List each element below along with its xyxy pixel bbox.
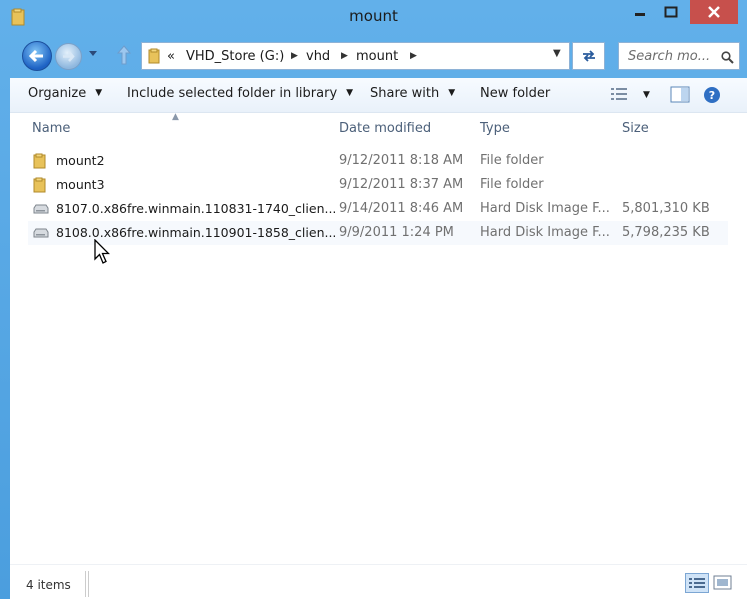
- view-options-dropdown-icon[interactable]: ▼: [643, 90, 650, 100]
- file-date: 9/12/2011 8:18 AM: [339, 153, 464, 168]
- column-header-type[interactable]: Type: [480, 121, 510, 136]
- disk-image-icon: [33, 204, 49, 214]
- column-header-size[interactable]: Size: [622, 121, 649, 136]
- breadcrumb-separator-icon[interactable]: ▶: [410, 51, 417, 61]
- file-row[interactable]: mount3 9/12/2011 8:37 AM File folder: [28, 173, 728, 197]
- status-divider: [85, 571, 89, 597]
- close-button[interactable]: [690, 0, 738, 24]
- close-icon: [708, 6, 720, 18]
- forward-button[interactable]: [55, 43, 82, 70]
- title-bar[interactable]: mount: [0, 0, 747, 36]
- mouse-cursor-icon: [94, 239, 110, 264]
- file-type: File folder: [480, 153, 544, 168]
- back-arrow-icon: [28, 49, 43, 63]
- back-button[interactable]: [22, 41, 52, 71]
- folder-icon: [148, 48, 160, 64]
- up-arrow-icon[interactable]: [116, 44, 132, 66]
- share-with-label: Share with: [370, 86, 440, 101]
- file-row[interactable]: mount2 9/12/2011 8:18 AM File folder: [28, 149, 728, 173]
- details-view-icon[interactable]: [685, 573, 709, 593]
- navigation-bar: « VHD_Store (G:) ▶ vhd ▶ mount ▶ ▼: [0, 36, 747, 78]
- file-date: 9/9/2011 1:24 PM: [339, 225, 454, 240]
- sort-ascending-icon: ▲: [172, 112, 179, 122]
- refresh-button[interactable]: [572, 42, 605, 70]
- item-count: 4 items: [26, 578, 71, 592]
- chevron-down-icon: ▼: [346, 88, 354, 98]
- include-in-library-button[interactable]: Include selected folder in library ▼: [127, 86, 353, 101]
- file-size: 5,801,310 KB: [622, 201, 710, 216]
- preview-pane-icon[interactable]: [670, 86, 690, 103]
- refresh-icon: [582, 50, 595, 62]
- svg-text:?: ?: [709, 89, 715, 102]
- status-bar: 4 items: [10, 564, 747, 599]
- forward-arrow-icon: [63, 51, 75, 62]
- file-name: mount2: [56, 153, 105, 168]
- command-bar: Organize ▼ Include selected folder in lib…: [10, 78, 747, 113]
- content-frame: Organize ▼ Include selected folder in lib…: [10, 78, 747, 599]
- file-name: mount3: [56, 177, 105, 192]
- file-row[interactable]: 8107.0.x86fre.winmain.110831-1740_clien.…: [28, 197, 728, 221]
- breadcrumb-overflow[interactable]: «: [167, 49, 175, 64]
- address-dropdown-icon[interactable]: ▼: [553, 48, 561, 59]
- minimize-button[interactable]: [625, 0, 655, 24]
- breadcrumb-vhd[interactable]: vhd: [306, 49, 330, 64]
- file-type: Hard Disk Image F...: [480, 201, 610, 216]
- folder-icon: [33, 153, 46, 169]
- minimize-icon: [635, 13, 645, 16]
- file-name: 8107.0.x86fre.winmain.110831-1740_clien.…: [56, 201, 337, 216]
- file-type: File folder: [480, 177, 544, 192]
- file-row[interactable]: 8108.0.x86fre.winmain.110901-1858_clien.…: [28, 221, 728, 245]
- file-name: 8108.0.x86fre.winmain.110901-1858_clien.…: [56, 225, 337, 240]
- file-type: Hard Disk Image F...: [480, 225, 610, 240]
- maximize-button[interactable]: [656, 0, 686, 24]
- large-icons-view-icon[interactable]: [712, 573, 734, 593]
- file-date: 9/14/2011 8:46 AM: [339, 201, 464, 216]
- new-folder-button[interactable]: New folder: [480, 86, 550, 101]
- search-icon[interactable]: [721, 51, 734, 64]
- include-in-library-label: Include selected folder in library: [127, 86, 338, 101]
- breadcrumb-mount[interactable]: mount: [356, 49, 398, 64]
- explorer-window: mount « VHD_Store (G:) ▶ vhd ▶ mount ▶ ▼…: [0, 0, 747, 599]
- column-header-date-modified[interactable]: Date modified: [339, 121, 431, 136]
- file-size: 5,798,235 KB: [622, 225, 710, 240]
- address-bar[interactable]: « VHD_Store (G:) ▶ vhd ▶ mount ▶ ▼: [141, 42, 570, 70]
- breadcrumb-separator-icon[interactable]: ▶: [291, 51, 298, 61]
- recent-locations-icon[interactable]: [88, 50, 98, 58]
- organize-label: Organize: [28, 86, 87, 101]
- column-header-name[interactable]: Name: [32, 121, 70, 136]
- view-options-icon[interactable]: [610, 86, 628, 102]
- disk-image-icon: [33, 228, 49, 238]
- maximize-icon: [664, 6, 678, 18]
- share-with-button[interactable]: Share with ▼: [370, 86, 455, 101]
- help-icon[interactable]: ?: [703, 86, 721, 104]
- breadcrumb-separator-icon[interactable]: ▶: [341, 51, 348, 61]
- organize-button[interactable]: Organize ▼: [28, 86, 102, 101]
- chevron-down-icon: ▼: [448, 88, 456, 98]
- folder-icon: [33, 177, 46, 193]
- file-date: 9/12/2011 8:37 AM: [339, 177, 464, 192]
- breadcrumb-drive[interactable]: VHD_Store (G:): [186, 49, 284, 64]
- chevron-down-icon: ▼: [95, 88, 103, 98]
